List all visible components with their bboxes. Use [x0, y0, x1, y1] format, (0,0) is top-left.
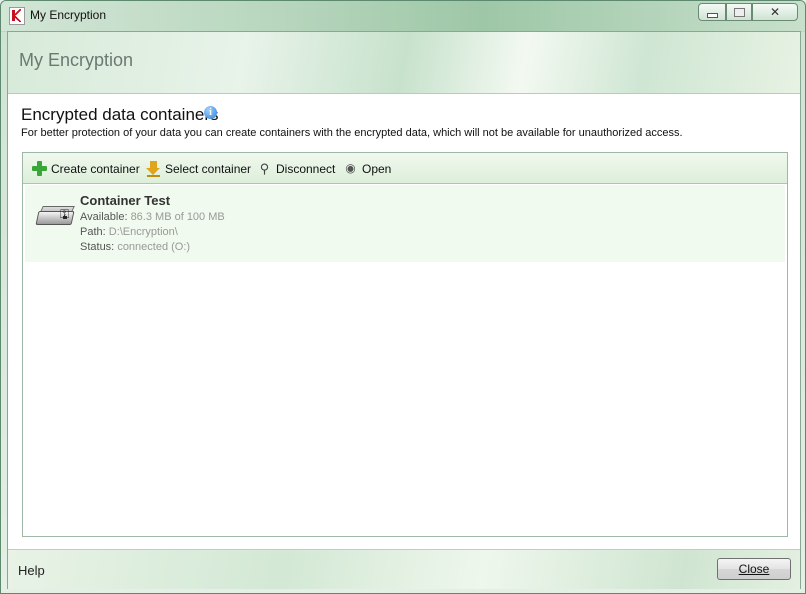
download-arrow-icon [146, 161, 161, 177]
create-container-label: Create container [51, 161, 140, 176]
create-container-button[interactable]: Create container [32, 160, 140, 177]
container-status: Status: connected (O:) [80, 241, 191, 253]
info-icon[interactable]: i [204, 106, 217, 119]
title-bar[interactable]: My Encryption ✕ [1, 1, 805, 31]
window-close-button[interactable]: ✕ [752, 3, 798, 21]
section-description: For better protection of your data you c… [21, 127, 683, 139]
container-path: Path: D:\Encryption\ [80, 226, 178, 238]
header-banner: My Encryption [8, 32, 800, 94]
container-list-item[interactable]: ⚿ Container Test Available: 86.3 MB of 1… [25, 185, 785, 262]
close-button[interactable]: Close [717, 558, 791, 580]
app-window: My Encryption ✕ My Encryption Encrypted … [0, 0, 806, 594]
container-available: Available: 86.3 MB of 100 MB [80, 211, 225, 223]
open-button[interactable]: ◉ Open [343, 160, 391, 177]
plus-icon [32, 161, 47, 176]
close-icon: ✕ [769, 5, 781, 19]
footer: Help Close [8, 549, 800, 589]
client-area: My Encryption Encrypted data containers … [7, 31, 801, 589]
disconnect-label: Disconnect [276, 161, 336, 176]
maximize-button[interactable] [726, 3, 752, 21]
eye-icon: ◉ [345, 161, 356, 175]
select-container-label: Select container [165, 161, 252, 176]
disconnect-plug-icon: ⚲ [259, 161, 270, 176]
select-container-button[interactable]: Select container [146, 160, 251, 177]
banner-title: My Encryption [19, 50, 134, 70]
kaspersky-logo-icon [9, 7, 25, 25]
minimize-icon [706, 12, 718, 18]
maximize-icon [733, 7, 745, 17]
minimize-button[interactable] [698, 3, 726, 21]
container-name: Container Test [80, 193, 171, 208]
open-label: Open [362, 161, 392, 176]
toolbar: Create container Select container ⚲ Disc… [23, 153, 787, 184]
window-title: My Encryption [30, 8, 107, 22]
disconnect-button[interactable]: ⚲ Disconnect [257, 160, 336, 177]
encrypted-drive-icon: ⚿ [35, 205, 75, 227]
section-title: Encrypted data containers [21, 105, 219, 124]
containers-panel: Create container Select container ⚲ Disc… [22, 152, 788, 537]
help-link[interactable]: Help [18, 563, 45, 578]
